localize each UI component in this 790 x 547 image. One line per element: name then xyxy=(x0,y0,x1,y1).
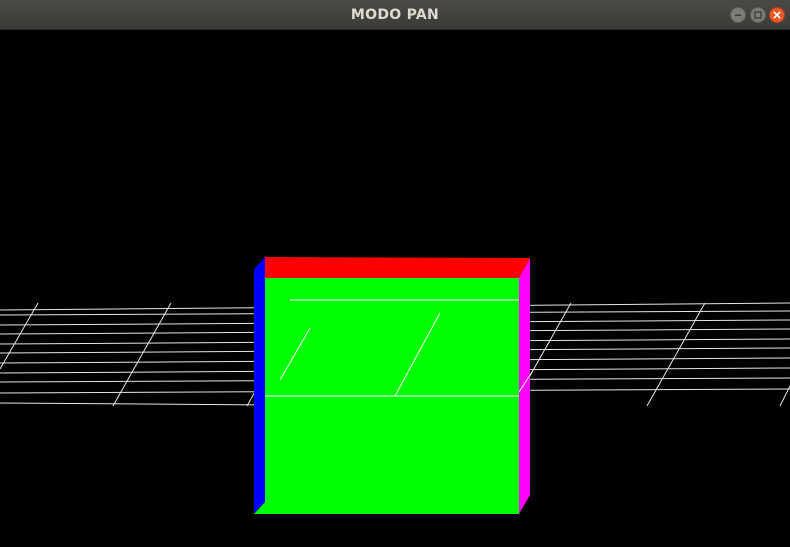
close-icon xyxy=(773,11,781,19)
minimize-button[interactable] xyxy=(730,7,746,23)
cube[interactable] xyxy=(254,257,530,514)
cube-top-face xyxy=(265,257,530,278)
minimize-icon xyxy=(735,14,741,16)
cube-left-face xyxy=(254,257,265,513)
maximize-icon xyxy=(754,11,762,19)
scene-canvas[interactable] xyxy=(0,30,790,547)
close-button[interactable] xyxy=(769,7,785,23)
window-title: MODO PAN xyxy=(350,7,440,23)
maximize-button[interactable] xyxy=(750,7,766,23)
3d-viewport[interactable] xyxy=(0,30,790,547)
app-window: MODO PAN xyxy=(0,0,790,547)
cube-right-face xyxy=(519,258,530,514)
title-bar[interactable]: MODO PAN xyxy=(0,0,790,30)
